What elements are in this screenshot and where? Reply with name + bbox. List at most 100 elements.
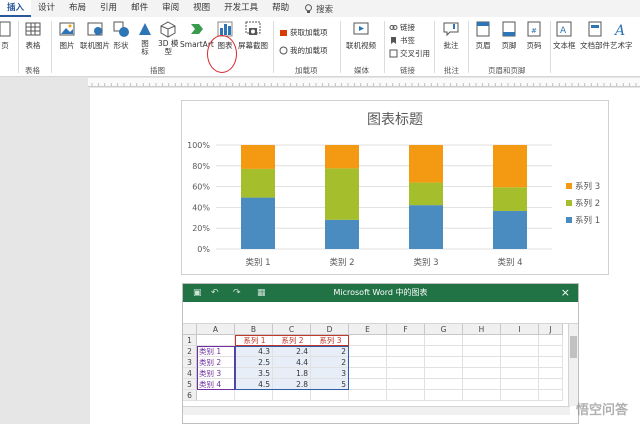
row-header[interactable]: 4 (183, 368, 197, 379)
table-cell[interactable]: 系列 2 (273, 335, 311, 346)
table-cell[interactable]: 2 (311, 357, 349, 368)
textbox-button[interactable]: A 文本框 (553, 20, 576, 51)
pages-button[interactable]: 页 (0, 20, 14, 51)
table-cell[interactable] (349, 390, 387, 401)
vertical-scrollbar[interactable] (568, 324, 578, 406)
link-button[interactable]: 链接 (389, 22, 415, 33)
table-cell[interactable]: 类别 4 (197, 379, 235, 390)
table-cell[interactable] (539, 335, 563, 346)
table-cell[interactable]: 2.8 (273, 379, 311, 390)
table-cell[interactable] (425, 368, 463, 379)
table-cell[interactable]: 4.4 (273, 357, 311, 368)
table-cell[interactable]: 3.5 (235, 368, 273, 379)
table-cell[interactable]: 1.8 (273, 368, 311, 379)
table-cell[interactable] (387, 379, 425, 390)
table-cell[interactable]: 3 (311, 368, 349, 379)
tab-review[interactable]: 审阅 (155, 0, 186, 17)
column-header[interactable]: H (463, 324, 501, 335)
formula-bar[interactable] (183, 302, 578, 324)
column-header[interactable]: C (273, 324, 311, 335)
table-cell[interactable]: 4.3 (235, 346, 273, 357)
table-cell[interactable] (539, 379, 563, 390)
get-addins-button[interactable]: 获取加载项 (279, 27, 328, 38)
table-cell[interactable] (425, 390, 463, 401)
table-cell[interactable]: 2.4 (273, 346, 311, 357)
table-cell[interactable] (349, 335, 387, 346)
row-header[interactable]: 6 (183, 390, 197, 401)
column-header[interactable]: D (311, 324, 349, 335)
table-cell[interactable] (463, 346, 501, 357)
column-header[interactable]: I (501, 324, 539, 335)
footer-button[interactable]: 页脚 (500, 20, 518, 51)
table-cell[interactable]: 2 (311, 346, 349, 357)
scroll-thumb[interactable] (570, 336, 577, 358)
row-header[interactable]: 5 (183, 379, 197, 390)
online-video-button[interactable]: 联机视频 (346, 20, 376, 51)
table-cell[interactable] (311, 390, 349, 401)
table-cell[interactable]: 4.5 (235, 379, 273, 390)
table-cell[interactable] (539, 346, 563, 357)
horizontal-scrollbar[interactable] (183, 406, 570, 415)
comment-button[interactable]: 批注 (442, 20, 460, 51)
tab-layout[interactable]: 布局 (62, 0, 93, 17)
tab-mailings[interactable]: 邮件 (124, 0, 155, 17)
tab-view[interactable]: 视图 (186, 0, 217, 17)
table-cell[interactable]: 类别 3 (197, 368, 235, 379)
column-header[interactable]: E (349, 324, 387, 335)
tab-design[interactable]: 设计 (31, 0, 62, 17)
table-cell[interactable] (501, 390, 539, 401)
bookmark-button[interactable]: 书签 (389, 35, 415, 46)
table-cell[interactable] (387, 346, 425, 357)
table-cell[interactable] (349, 379, 387, 390)
table-cell[interactable] (539, 357, 563, 368)
tab-references[interactable]: 引用 (93, 0, 124, 17)
table-cell[interactable] (197, 390, 235, 401)
row-header[interactable]: 2 (183, 346, 197, 357)
table-cell[interactable] (349, 357, 387, 368)
table-cell[interactable] (463, 379, 501, 390)
table-cell[interactable] (501, 346, 539, 357)
table-cell[interactable] (425, 335, 463, 346)
my-addins-button[interactable]: 我的加载项 (279, 45, 328, 56)
table-cell[interactable]: 2.5 (235, 357, 273, 368)
row-header[interactable]: 3 (183, 357, 197, 368)
column-header[interactable]: A (197, 324, 235, 335)
table-cell[interactable] (387, 335, 425, 346)
shapes-button[interactable]: 形状 (112, 20, 130, 51)
tab-insert[interactable]: 插入 (0, 0, 32, 17)
search-box[interactable]: 搜索 (304, 3, 333, 15)
table-cell[interactable] (463, 390, 501, 401)
table-cell[interactable] (235, 390, 273, 401)
table-cell[interactable] (501, 357, 539, 368)
table-cell[interactable] (501, 368, 539, 379)
table-cell[interactable] (539, 368, 563, 379)
table-cell[interactable] (539, 390, 563, 401)
table-button[interactable]: 表格 (24, 20, 42, 51)
table-cell[interactable] (197, 335, 235, 346)
close-icon[interactable]: × (561, 286, 570, 299)
table-cell[interactable] (425, 357, 463, 368)
table-cell[interactable] (273, 390, 311, 401)
header-button[interactable]: 页眉 (474, 20, 492, 51)
table-cell[interactable]: 系列 3 (311, 335, 349, 346)
table-cell[interactable] (387, 368, 425, 379)
picture-button[interactable]: 图片 (58, 20, 76, 51)
chart-area[interactable]: 图表标题 0% 20% 40% 60% 80% 100% 类别 1 类别 2 类别 3 类别 4系… (181, 100, 609, 275)
cross-reference-button[interactable]: 交叉引用 (389, 48, 430, 59)
table-cell[interactable]: 系列 1 (235, 335, 273, 346)
tab-help[interactable]: 帮助 (265, 0, 296, 17)
tab-developer[interactable]: 开发工具 (217, 0, 265, 17)
column-header[interactable]: G (425, 324, 463, 335)
table-cell[interactable] (463, 357, 501, 368)
column-header[interactable]: J (539, 324, 563, 335)
table-cell[interactable] (425, 346, 463, 357)
screenshot-button[interactable]: 屏幕截图 (238, 20, 268, 51)
table-cell[interactable]: 5 (311, 379, 349, 390)
row-header[interactable]: 1 (183, 335, 197, 346)
table-cell[interactable]: 类别 2 (197, 357, 235, 368)
table-cell[interactable] (387, 357, 425, 368)
table-cell[interactable] (501, 379, 539, 390)
online-picture-button[interactable]: 联机图片 (80, 20, 110, 51)
table-cell[interactable]: 类别 1 (197, 346, 235, 357)
table-cell[interactable] (501, 335, 539, 346)
